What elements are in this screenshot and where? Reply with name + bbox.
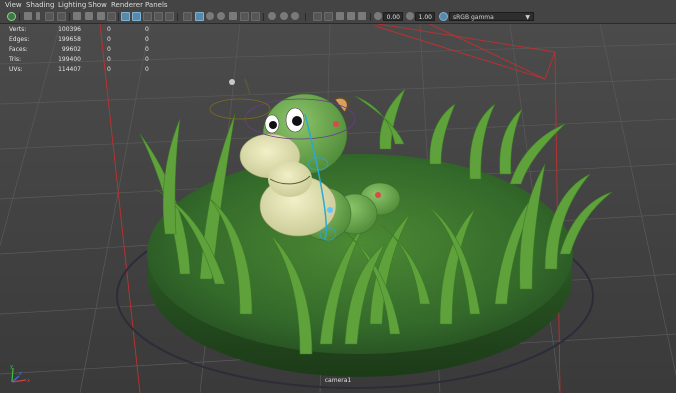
exposure-field[interactable]: 0.00	[383, 12, 403, 21]
hud-triangle-value: 0	[145, 36, 149, 43]
isolate-select-icon[interactable]	[324, 12, 333, 21]
wireframe-on-shaded-icon[interactable]	[217, 12, 225, 20]
lock-camera-icon[interactable]	[24, 12, 32, 20]
wireframe-icon[interactable]	[183, 12, 192, 21]
toolbar-separator	[177, 13, 178, 21]
xray-joints-icon[interactable]	[347, 12, 355, 20]
hud-value: 199658	[58, 36, 81, 43]
hud-selected-value: 0	[107, 36, 111, 43]
camera-select-icon[interactable]	[7, 12, 16, 21]
xray-active-components-icon[interactable]	[358, 12, 366, 20]
depth-of-field-icon[interactable]	[313, 12, 322, 21]
smooth-shade-icon[interactable]	[195, 12, 204, 21]
viewport-3d[interactable]	[0, 24, 676, 393]
hud-value: 100396	[58, 26, 81, 33]
image-plane-icon[interactable]	[57, 12, 66, 21]
hud-triangle-value: 0	[145, 56, 149, 63]
hud-label: Faces:	[9, 46, 28, 53]
hud-selected-value: 0	[107, 46, 111, 53]
field-chart-icon[interactable]	[143, 12, 152, 21]
menu-shading[interactable]: Shading	[26, 0, 54, 11]
hud-label: Verts:	[9, 26, 27, 33]
camera-name-label: camera1	[324, 377, 352, 384]
shadows-icon[interactable]	[251, 12, 260, 21]
textured-icon[interactable]	[229, 12, 237, 20]
y-axis-line	[11, 367, 14, 383]
hud-selected-value: 0	[107, 56, 111, 63]
color-space-dropdown[interactable]: sRGB gamma ▼	[449, 12, 534, 21]
panel-menu-bar: View Shading Lighting Show Renderer Pane…	[0, 0, 676, 11]
use-all-lights-icon[interactable]	[240, 12, 249, 21]
toolbar-separator	[370, 13, 371, 21]
hud-selected-value: 0	[107, 66, 111, 73]
camera-attributes-icon[interactable]	[36, 12, 40, 20]
y-axis-label: y	[10, 364, 13, 370]
hud-value: 114407	[58, 66, 81, 73]
screen-space-ao-icon[interactable]	[268, 12, 276, 20]
toolbar-separator	[69, 13, 70, 21]
hud-row-faces: Faces: 99602 0 0	[9, 45, 159, 55]
x-axis-label: x	[27, 378, 30, 384]
gamma-field[interactable]: 1.00	[415, 12, 435, 21]
hud-value: 199400	[58, 56, 81, 63]
default-material-icon[interactable]	[206, 12, 214, 20]
hud-row-edges: Edges: 199658 0 0	[9, 35, 159, 45]
view-axis-gizmo: x y z	[10, 364, 30, 384]
menu-lighting[interactable]: Lighting	[58, 0, 86, 11]
motion-blur-icon[interactable]	[280, 12, 288, 20]
bookmark-icon[interactable]	[45, 12, 54, 21]
gate-mask-icon[interactable]	[132, 12, 141, 21]
scene-render	[0, 24, 676, 393]
toolbar-separator	[19, 13, 20, 21]
multisample-aa-icon[interactable]	[291, 12, 299, 20]
gamma-icon[interactable]	[406, 12, 414, 20]
poly-count-hud: Verts: 100396 0 0 Edges: 199658 0 0 Face…	[9, 25, 159, 75]
z-axis-label: z	[19, 371, 22, 377]
hud-triangle-value: 0	[145, 26, 149, 33]
hud-selected-value: 0	[107, 26, 111, 33]
menu-view[interactable]: View	[5, 0, 22, 11]
resolution-gate-icon[interactable]	[121, 12, 130, 21]
hud-label: Edges:	[9, 36, 30, 43]
menu-show[interactable]: Show	[88, 0, 107, 11]
color-management-icon[interactable]	[439, 12, 448, 21]
xray-icon[interactable]	[336, 12, 344, 20]
hud-triangle-value: 0	[145, 46, 149, 53]
hud-label: UVs:	[9, 66, 23, 73]
exposure-icon[interactable]	[374, 12, 382, 20]
hud-label: Tris:	[9, 56, 22, 63]
film-gate-icon[interactable]	[107, 12, 116, 21]
toolbar-separator	[263, 13, 264, 21]
hud-value: 99602	[61, 46, 81, 53]
toolbar-separator	[305, 13, 306, 21]
hud-triangle-value: 0	[145, 66, 149, 73]
hud-row-verts: Verts: 100396 0 0	[9, 25, 159, 35]
grease-pencil-icon[interactable]	[85, 12, 93, 20]
hud-row-tris: Tris: 199400 0 0	[9, 55, 159, 65]
menu-renderer[interactable]: Renderer	[111, 0, 143, 11]
safe-action-icon[interactable]	[154, 12, 163, 21]
chevron-down-icon: ▼	[525, 14, 530, 21]
two-d-pan-zoom-icon[interactable]	[73, 12, 81, 20]
panel-toolbar: 0.00 1.00 sRGB gamma ▼	[0, 11, 676, 24]
safe-title-icon[interactable]	[165, 12, 174, 21]
hud-row-uvs: UVs: 114407 0 0	[9, 65, 159, 75]
grid-icon[interactable]	[97, 12, 105, 20]
color-space-value: sRGB gamma	[453, 14, 494, 21]
menu-panels[interactable]: Panels	[145, 0, 168, 11]
toolbar-separator	[118, 13, 119, 21]
